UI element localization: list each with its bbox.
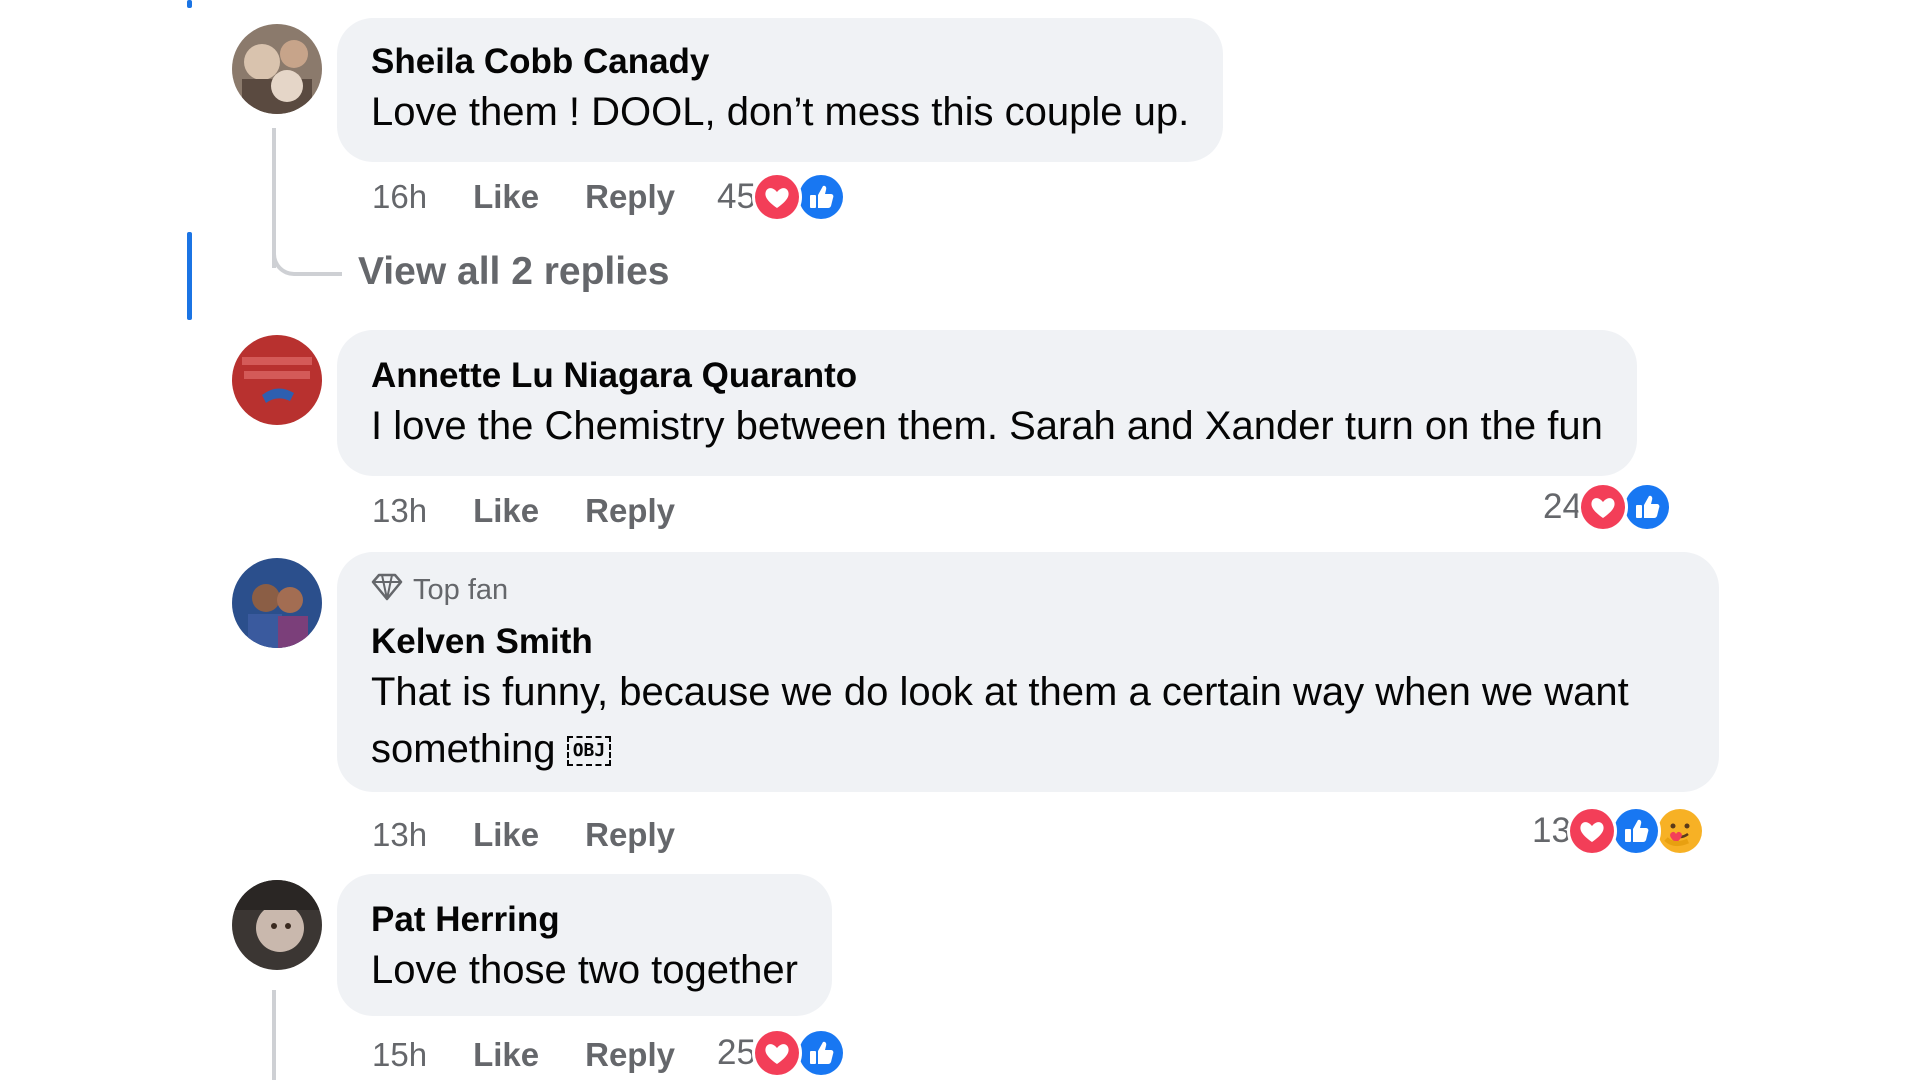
comment-actions: 16h Like Reply xyxy=(372,172,675,222)
thread-indicator xyxy=(187,232,192,320)
reaction-count: 45 xyxy=(717,177,756,216)
heart-icon xyxy=(1566,806,1617,856)
comment-timestamp[interactable]: 16h xyxy=(372,178,427,216)
comment-timestamp[interactable]: 13h xyxy=(372,816,427,854)
like-button[interactable]: Like xyxy=(473,1036,539,1074)
heart-icon xyxy=(751,1028,802,1078)
comment-text: Love them ! DOOL, don’t mess this couple… xyxy=(371,90,1190,134)
reaction-summary[interactable]: 45 xyxy=(717,170,846,224)
reply-button[interactable]: Reply xyxy=(585,1036,675,1074)
thumbs-up-icon xyxy=(795,172,846,222)
care-icon xyxy=(1654,806,1705,856)
comment-text-line: That is funny, because we do look at the… xyxy=(371,670,1629,714)
avatar[interactable] xyxy=(232,558,322,648)
like-button[interactable]: Like xyxy=(473,178,539,216)
reaction-count: 24 xyxy=(1543,487,1582,526)
avatar[interactable] xyxy=(232,880,322,970)
reply-button[interactable]: Reply xyxy=(585,492,675,530)
comment-text: I love the Chemistry between them. Sarah… xyxy=(371,404,1603,448)
like-button[interactable]: Like xyxy=(473,816,539,854)
object-placeholder-glyph: OBJ xyxy=(566,736,612,766)
comment-timestamp[interactable]: 15h xyxy=(372,1036,427,1074)
reaction-summary[interactable]: 13 xyxy=(1532,804,1705,858)
top-fan-badge: Top fan xyxy=(371,570,1685,610)
avatar[interactable] xyxy=(232,24,322,114)
comment-bubble: Sheila Cobb Canady Love them ! DOOL, don… xyxy=(337,18,1224,162)
comment-author[interactable]: Sheila Cobb Canady xyxy=(371,40,1189,84)
comment-actions: 15h Like Reply xyxy=(372,1030,675,1080)
reaction-count: 25 xyxy=(717,1033,756,1072)
top-fan-label: Top fan xyxy=(413,573,509,606)
reaction-count: 13 xyxy=(1532,811,1571,850)
reply-button[interactable]: Reply xyxy=(585,178,675,216)
comment-timestamp[interactable]: 13h xyxy=(372,492,427,530)
comment-actions: 13h Like Reply xyxy=(372,810,675,860)
like-button[interactable]: Like xyxy=(473,492,539,530)
comment-thread: Sheila Cobb Canady Love them ! DOOL, don… xyxy=(0,0,1920,1080)
comment-bubble: Annette Lu Niagara Quaranto I love the C… xyxy=(337,330,1637,476)
comment-text-end: something xyxy=(371,727,556,771)
reply-connector-vertical xyxy=(272,128,276,268)
diamond-icon xyxy=(371,570,403,610)
reply-connector-curve xyxy=(272,248,342,276)
comment-author[interactable]: Pat Herring xyxy=(371,898,798,942)
reaction-summary[interactable]: 24 xyxy=(1543,480,1672,534)
heart-icon xyxy=(751,172,802,222)
reply-button[interactable]: Reply xyxy=(585,816,675,854)
thumbs-up-icon xyxy=(1621,482,1672,532)
view-replies-link[interactable]: View all 2 replies xyxy=(358,250,669,294)
heart-icon xyxy=(1577,482,1628,532)
thumbs-up-icon xyxy=(795,1028,846,1078)
comment-actions: 13h Like Reply xyxy=(372,486,675,536)
avatar[interactable] xyxy=(232,335,322,425)
thumbs-up-icon xyxy=(1610,806,1661,856)
reaction-summary[interactable]: 25 xyxy=(717,1026,846,1080)
comment-author[interactable]: Kelven Smith xyxy=(371,620,1685,664)
comment-bubble: Pat Herring Love those two together xyxy=(337,874,832,1016)
comment-text-line: something OBJ xyxy=(371,721,1685,778)
comment-author[interactable]: Annette Lu Niagara Quaranto xyxy=(371,354,1603,398)
thread-indicator-top xyxy=(187,0,192,8)
comment-bubble: Top fan Kelven Smith That is funny, beca… xyxy=(337,552,1719,792)
reply-connector-vertical-bottom xyxy=(272,990,276,1080)
comment-text: Love those two together xyxy=(371,948,798,992)
